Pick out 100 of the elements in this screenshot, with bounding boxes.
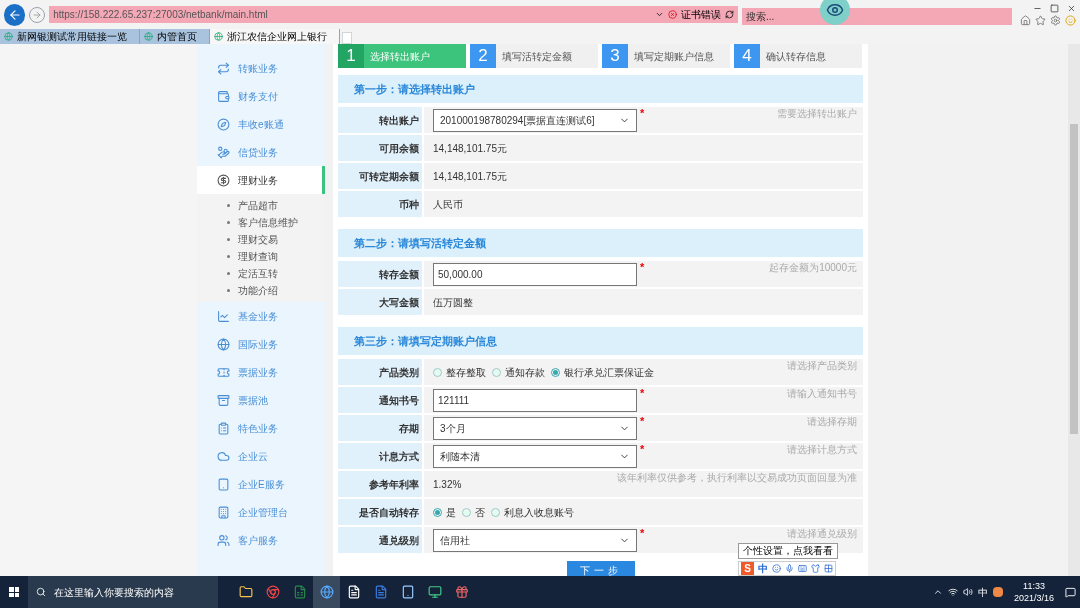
shirt-icon[interactable] [811,564,820,573]
clipboard-icon [217,421,230,435]
value-text: 人民币 [433,197,463,212]
field-label: 大写金额 [338,289,422,315]
bullet-icon [227,255,230,258]
address-bar[interactable]: https://158.222.65.237:27003/netbank/main.html 证书错误 [49,6,738,23]
step-number: 3 [602,44,628,68]
search-icon [36,587,46,597]
submenu-item[interactable]: 功能介绍 [197,282,325,299]
chevron-up-icon[interactable] [932,587,943,597]
repeat-icon [217,61,230,75]
smiley-icon[interactable] [772,564,781,573]
close-icon[interactable] [1067,3,1076,13]
taskbar-search-field[interactable]: 在这里输入你要搜索的内容 [28,576,218,608]
ticket-icon [217,365,230,379]
speaker-icon[interactable] [962,587,973,597]
clock-date: 2021/3/16 [1013,592,1054,604]
field-label: 参考年利率 [338,471,422,497]
submenu-item[interactable]: 产品超市 [197,197,325,214]
field-label: 存期 [338,415,422,441]
dropdown-icon[interactable] [655,10,664,19]
step-indicator: 4 确认转存信息 [734,44,862,68]
radio-option[interactable]: 整存整取 [433,364,486,380]
field-label: 是否自动转存 [338,499,422,525]
sogou-logo: S [741,562,754,575]
next-button[interactable]: 下一步 [566,561,635,576]
keyboard-icon[interactable] [798,564,807,573]
arrow-right-icon [32,9,43,20]
arrow-left-icon [7,7,22,22]
step-indicator: 1 选择转出账户 [338,44,466,68]
cert-error-text[interactable]: 证书错误 [681,9,721,20]
select-field[interactable]: 信用社 [433,528,637,552]
globe-icon [144,32,153,41]
step-indicator: 3 填写定期账户信息 [602,44,730,68]
home-icon[interactable] [1020,14,1031,26]
radio-option[interactable]: 否 [462,504,485,520]
windows-start-icon[interactable] [9,587,19,597]
radio-option[interactable]: 利息入收息账号 [491,504,574,520]
notification-icon[interactable] [1065,586,1076,598]
radio-option[interactable]: 通知存款 [492,364,545,380]
radio-option[interactable]: 是 [433,504,456,520]
bullet-icon [227,272,230,275]
section-header: 第二步：请填写活转定金额 [338,229,863,257]
archive-icon [217,393,230,407]
submenu-item[interactable]: 定活互转 [197,265,325,282]
grid-icon[interactable] [824,564,833,573]
settings-icon[interactable] [1050,14,1061,26]
radio-option[interactable]: 银行承兑汇票保证金 [551,364,654,380]
step-number: 2 [470,44,496,68]
step-number: 1 [338,44,364,68]
submenu-item[interactable]: 理财查询 [197,248,325,265]
error-icon [668,10,677,19]
field-label: 转出账户 [338,107,422,133]
eye-icon[interactable] [820,0,850,25]
globe-icon [214,32,223,41]
browser-tab[interactable]: 浙江农信企业网上银行 [210,29,340,44]
network-icon[interactable] [947,587,958,597]
hint-text: 请选择存期 [807,417,857,427]
scrollbar[interactable] [1068,44,1080,576]
ime-mode-text[interactable]: 中 [758,561,768,576]
hand-coin-icon [217,145,230,159]
hint-text: 需要选择转出账户 [777,109,857,119]
submenu-item[interactable]: 理财交易 [197,231,325,248]
section-header: 第三步：请填写定期账户信息 [338,327,863,355]
hint-text: 请输入通知书号 [787,389,857,399]
browser-tab[interactable]: 新网银测试常用链接一览 [0,29,140,44]
refresh-icon[interactable] [725,10,734,19]
value-text: 14,148,101.75元 [433,169,507,184]
select-field[interactable]: 201000198780294[票据直连测试6] [433,108,637,132]
input-field[interactable]: 121111 [433,388,637,412]
select-field[interactable]: 利随本清 [433,444,637,468]
users-icon [217,533,230,547]
field-label: 币种 [338,191,422,217]
ime-toolbar[interactable]: S 中 [738,561,836,576]
ime-tooltip: 个性设置，点我看看 [738,543,838,559]
field-label: 通兑级别 [338,527,422,553]
microphone-icon[interactable] [785,564,794,573]
sidebar-item[interactable]: 理财业务 [197,166,325,194]
sogou-icon[interactable] [992,587,1003,597]
url-text: https://158.222.65.237:27003/netbank/main.html [53,9,269,20]
hint-text: 请选择计息方式 [787,445,857,455]
coin-icon [217,173,230,187]
ime-indicator[interactable]: 中 [977,584,988,600]
clock-time: 11:33 [1023,580,1045,592]
globe-icon [217,337,230,351]
required-icon: * [640,416,645,427]
field-label: 可转定期余额 [338,163,422,189]
input-field[interactable]: 50,000.00 [433,262,637,286]
required-icon: * [640,528,645,539]
search-field[interactable]: 搜索... [742,7,1012,25]
browser-tab[interactable]: 内管首页 [140,29,210,44]
maximize-icon[interactable] [1050,3,1059,13]
star-icon[interactable] [1035,14,1046,26]
globe-icon[interactable] [313,576,340,608]
back-button[interactable] [4,3,26,26]
select-field[interactable]: 3个月 [433,416,637,440]
submenu-item[interactable]: 客户信息维护 [197,214,325,231]
field-label: 转存金额 [338,261,422,287]
section-header: 第一步：请选择转出账户 [338,75,863,103]
wallet-icon [217,89,230,103]
